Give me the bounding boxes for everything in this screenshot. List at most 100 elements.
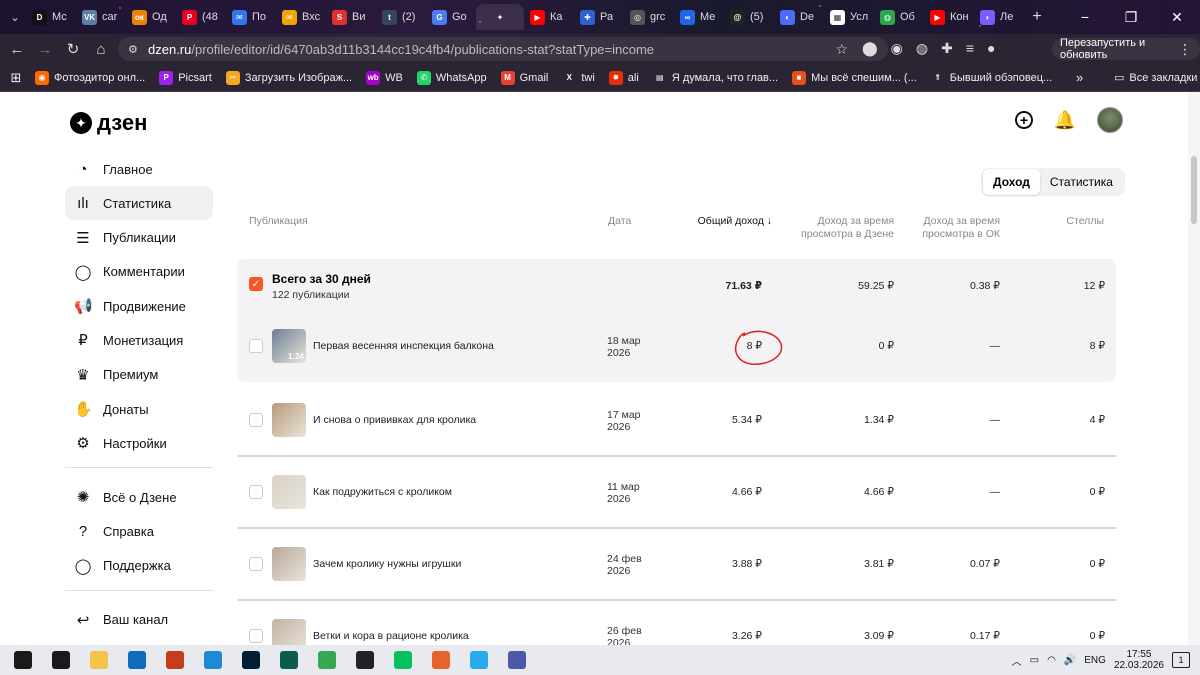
row-checkbox[interactable] xyxy=(249,413,263,427)
more-bookmarks-icon[interactable]: » xyxy=(1076,70,1083,85)
browser-tab[interactable]: ▶ Кон xyxy=(924,4,974,30)
row-checkbox[interactable] xyxy=(249,485,263,499)
page-scrollbar[interactable] xyxy=(1188,92,1200,645)
row-checkbox[interactable] xyxy=(249,339,263,353)
browser-tab[interactable]: ◗ Ле xyxy=(974,4,1024,30)
column-header-stella[interactable]: Стеллы xyxy=(1040,215,1104,228)
bookmark[interactable]: wb WB xyxy=(359,70,410,85)
column-header-date[interactable]: Дата xyxy=(608,215,631,228)
tab-statistics[interactable]: Статистика xyxy=(1040,169,1123,195)
sidebar-item-chat[interactable]: ◯ Поддержка xyxy=(65,549,213,583)
table-row[interactable]: 1:24 Первая весенняя инспекция балкона 18 … xyxy=(237,311,1116,382)
sidebar-item-ruble[interactable]: ₽ Монетизация xyxy=(65,323,213,357)
bookmark[interactable]: ✂ Загрузить Изображ... xyxy=(219,70,359,85)
browser-tab[interactable]: ✉ По xyxy=(226,4,276,30)
clock[interactable]: 17:55 22.03.2026 xyxy=(1114,649,1164,671)
sidebar-item-flame[interactable]: ✺ Всё о Дзене xyxy=(65,480,213,514)
sidebar-item-stack[interactable]: ☰ Публикации xyxy=(65,221,213,255)
publication-title[interactable]: И снова о прививках для кролика xyxy=(313,414,476,426)
all-bookmarks[interactable]: ▭ Все закладки xyxy=(1114,71,1197,85)
row-checkbox[interactable] xyxy=(249,629,263,643)
app-icon[interactable] xyxy=(270,645,308,675)
select-all-checkbox[interactable]: ✓ xyxy=(249,277,263,291)
sidebar-item-megaphone[interactable]: 📢 Продвижение xyxy=(65,289,213,323)
lightroom-icon[interactable] xyxy=(232,645,270,675)
browser-tab[interactable]: ◍ Об xyxy=(874,4,924,30)
file-explorer-icon[interactable] xyxy=(80,645,118,675)
apps-grid-icon[interactable]: ⊞ xyxy=(4,70,28,86)
browser-tab[interactable]: G Gо xyxy=(426,4,476,30)
extension-icon[interactable]: ◍ xyxy=(916,40,928,57)
bookmark[interactable]: ▤ Я думала, что глав... xyxy=(646,70,785,85)
bookmark[interactable]: ✆ WhatsApp xyxy=(410,70,494,85)
site-info-icon[interactable]: ⚙ xyxy=(128,43,138,56)
volume-icon[interactable]: 🔊 xyxy=(1064,655,1076,666)
notification-icon[interactable]: 1 xyxy=(1172,652,1190,668)
tab-search-icon[interactable]: ⌄ xyxy=(4,11,26,24)
sidebar-item-crown[interactable]: ♛ Премиум xyxy=(65,358,213,392)
browser-tab[interactable]: t (2) xyxy=(376,4,426,30)
minimize-icon[interactable]: − xyxy=(1062,0,1108,34)
browser-tab[interactable]: ✉ Вхс xyxy=(276,4,326,30)
network-icon[interactable]: ◠ xyxy=(1047,655,1056,666)
browser-tab[interactable]: D Мс xyxy=(26,4,76,30)
bookmark[interactable]: Xtwi xyxy=(555,70,601,85)
browser-tab[interactable]: ок Од xyxy=(126,4,176,30)
bell-icon[interactable]: 🔔 xyxy=(1052,107,1078,133)
queue-icon[interactable]: ≡ xyxy=(966,40,974,57)
column-header-dzen-view[interactable]: Доход за время просмотра в Дзене xyxy=(780,215,894,241)
sidebar-item-bar-chart[interactable]: ılı Статистика xyxy=(65,186,213,221)
extension-icon[interactable]: ⬤ xyxy=(862,40,878,57)
new-tab-button[interactable]: + xyxy=(1024,8,1050,26)
back-icon[interactable]: ← xyxy=(3,41,31,58)
publication-title[interactable]: Первая весенняя инспекция балкона xyxy=(313,340,494,352)
settings-icon[interactable] xyxy=(346,645,384,675)
media-icon[interactable]: ◉ xyxy=(891,40,903,57)
sidebar-item-hand-coin[interactable]: ✋ Донаты xyxy=(65,392,213,426)
maximize-icon[interactable]: ❐ xyxy=(1108,0,1154,34)
tab-income[interactable]: Доход xyxy=(983,169,1040,195)
browser-tab[interactable]: @ (5) xyxy=(724,4,774,30)
publication-thumbnail[interactable]: 1:24 xyxy=(272,329,306,363)
bookmark[interactable]: ◉ Фотоэдитор онл... xyxy=(28,70,152,85)
browser-tab[interactable]: ◐ De xyxy=(774,4,824,30)
sidebar-item-comment[interactable]: ◯ Комментарии xyxy=(65,255,213,289)
chrome-icon[interactable] xyxy=(308,645,346,675)
browser-tab[interactable]: ∞ Ме xyxy=(674,4,724,30)
avatar[interactable] xyxy=(1097,107,1123,133)
outlook-icon[interactable] xyxy=(118,645,156,675)
puzzle-icon[interactable]: ✚ xyxy=(941,40,953,57)
browser-tab[interactable]: ✚ Ра xyxy=(574,4,624,30)
powerpoint-icon[interactable] xyxy=(156,645,194,675)
browser-tab[interactable]: P (48 xyxy=(176,4,226,30)
publication-thumbnail[interactable] xyxy=(272,547,306,581)
bookmark[interactable]: P Picsart xyxy=(152,70,219,85)
browser-tab[interactable]: ▶ Ка xyxy=(524,4,574,30)
browser-tab[interactable]: S Ви xyxy=(326,4,376,30)
publication-title[interactable]: Зачем кролику нужны игрушки xyxy=(313,558,461,570)
column-header-total-income[interactable]: Общий доход ↓ xyxy=(690,215,772,228)
task-view-icon[interactable] xyxy=(42,645,80,675)
bookmark[interactable]: ■ Мы всё спешим... (... xyxy=(785,70,924,85)
url-field[interactable]: ⚙ dzen.ru/profile/editor/id/6470ab3d11b3… xyxy=(118,37,888,61)
scrollbar-thumb[interactable] xyxy=(1191,156,1197,224)
browser-tab[interactable]: VK car xyxy=(76,4,126,30)
bookmark[interactable]: M Gmail xyxy=(494,70,556,85)
browser-icon[interactable] xyxy=(422,645,460,675)
close-icon[interactable]: ✕ xyxy=(1154,0,1200,34)
start-icon[interactable] xyxy=(4,645,42,675)
table-row[interactable]: И снова о прививках для кролика 17 мар 202… xyxy=(237,385,1116,457)
battery-icon[interactable]: ▭ xyxy=(1030,655,1039,666)
monitor-icon[interactable] xyxy=(498,645,536,675)
wechat-icon[interactable] xyxy=(384,645,422,675)
chevron-up-icon[interactable]: ︿ xyxy=(1012,653,1022,668)
browser-tab[interactable]: ◎ grc xyxy=(624,4,674,30)
telegram-icon[interactable] xyxy=(460,645,498,675)
column-header-ok-view[interactable]: Доход за время просмотра в ОК xyxy=(900,215,1000,241)
table-row[interactable]: Зачем кролику нужны игрушки 24 фев 2026 3.8… xyxy=(237,529,1116,601)
publication-thumbnail[interactable] xyxy=(272,475,306,509)
bookmark-star-icon[interactable]: ☆ xyxy=(835,41,848,58)
browser-tab[interactable]: ▦ Усл xyxy=(824,4,874,30)
publication-title[interactable]: Как подружиться с кроликом xyxy=(313,486,452,498)
publication-title[interactable]: Ветки и кора в рационе кролика xyxy=(313,630,469,642)
